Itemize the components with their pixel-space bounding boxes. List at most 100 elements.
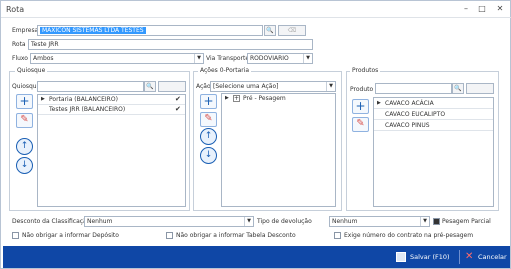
tipo-devolucao-label: Tipo de devolução bbox=[257, 218, 312, 225]
checked-icon[interactable]: ✔ bbox=[175, 105, 181, 114]
list-item[interactable]: ▶ CAVACO ACÁCIA bbox=[374, 98, 493, 109]
row-pointer-icon: ▶ bbox=[41, 96, 45, 102]
cancel-label: Cancelar bbox=[478, 253, 507, 261]
list-item[interactable]: CAVACO EUCALIPTO bbox=[374, 109, 493, 120]
desconto-label: Desconto da Classificação bbox=[12, 218, 91, 225]
maximize-icon[interactable]: □ bbox=[475, 3, 489, 15]
produto-clear-button[interactable] bbox=[466, 83, 494, 94]
row-pointer-icon: ▶ bbox=[377, 100, 381, 106]
minimize-icon[interactable]: – bbox=[459, 3, 473, 15]
quiosque-move-up-button[interactable]: ↑ bbox=[16, 138, 33, 155]
quiosque-search-input[interactable] bbox=[37, 81, 144, 92]
produto-add-button[interactable]: + bbox=[352, 99, 369, 114]
produtos-group-title: Produtos bbox=[350, 67, 381, 74]
acao-add-button[interactable]: + bbox=[200, 94, 217, 109]
clear-icon: ⌫ bbox=[287, 27, 297, 34]
produto-item-label: CAVACO EUCALIPTO bbox=[385, 111, 446, 118]
quiosque-add-button[interactable]: + bbox=[16, 94, 33, 109]
list-item[interactable]: Testes JRR (BALANCEIRO) ✔ bbox=[38, 105, 185, 115]
via-transporte-select[interactable]: RODOVIARIO ▼ bbox=[247, 53, 313, 64]
exige-contrato-checkbox[interactable] bbox=[334, 232, 341, 239]
produto-item-label: CAVACO PINUS bbox=[385, 122, 430, 129]
produto-item-label: CAVACO ACÁCIA bbox=[385, 100, 434, 107]
close-icon[interactable]: ✕ bbox=[493, 3, 507, 15]
eraser-icon: ✎ bbox=[20, 114, 29, 125]
pesagem-parcial-checkbox[interactable] bbox=[433, 218, 440, 225]
tipo-devolucao-select[interactable]: Nenhum ▼ bbox=[329, 216, 430, 227]
produto-remove-button[interactable]: ✎ bbox=[352, 117, 369, 132]
produto-search-label: Produto bbox=[350, 86, 374, 93]
chevron-down-icon: ▼ bbox=[420, 217, 429, 226]
quiosque-item-label: Portaria (BALANCEIRO) bbox=[49, 96, 118, 103]
footer-divider bbox=[459, 250, 460, 264]
arrow-down-icon: ↓ bbox=[20, 160, 29, 170]
empresa-search-button[interactable]: 🔍 bbox=[264, 25, 276, 36]
list-item[interactable]: ▶ Portaria (BALANCEIRO) ✔ bbox=[38, 95, 185, 105]
fluxo-value: Ambos bbox=[33, 55, 54, 62]
search-icon: 🔍 bbox=[454, 85, 462, 92]
quiosque-list: ▶ Portaria (BALANCEIRO) ✔ Testes JRR (BA… bbox=[37, 94, 186, 207]
rota-label: Rota bbox=[12, 41, 26, 48]
chevron-down-icon: ▼ bbox=[303, 54, 312, 63]
tipo-devolucao-value: Nenhum bbox=[332, 218, 358, 225]
plus-icon: + bbox=[203, 94, 214, 108]
tree-item[interactable]: ▶ + Pré - Pesagem bbox=[222, 94, 335, 104]
expand-icon[interactable]: + bbox=[233, 95, 240, 102]
acao-value: [Selecione uma Ação] bbox=[213, 83, 279, 90]
via-transporte-label: Via Transporte bbox=[206, 55, 250, 62]
empresa-field[interactable]: MAXICON SISTEMAS LTDA TESTES bbox=[37, 25, 263, 36]
fluxo-select[interactable]: Ambos ▼ bbox=[30, 53, 204, 64]
produtos-list: ▶ CAVACO ACÁCIA CAVACO EUCALIPTO CAVACO … bbox=[373, 97, 494, 207]
checked-icon[interactable]: ✔ bbox=[175, 95, 181, 104]
acao-select[interactable]: [Selecione uma Ação] ▼ bbox=[210, 81, 336, 92]
quiosque-clear-button[interactable] bbox=[158, 81, 186, 92]
exige-contrato-label: Exige número do contrato na pré-pesagem bbox=[344, 232, 474, 239]
nao-obrigar-tabela-checkbox[interactable] bbox=[166, 232, 173, 239]
save-label: Salvar (F10) bbox=[410, 253, 450, 261]
eraser-icon: ✎ bbox=[204, 113, 213, 124]
acao-move-down-button[interactable]: ↓ bbox=[200, 147, 217, 164]
acao-move-up-button[interactable]: ↑ bbox=[200, 128, 217, 145]
window-title: Rota bbox=[6, 5, 25, 14]
acao-remove-button[interactable]: ✎ bbox=[200, 112, 217, 127]
acoes-tree: ▶ + Pré - Pesagem bbox=[221, 93, 336, 207]
row-pointer-icon: ▶ bbox=[225, 95, 229, 101]
quiosque-search-button[interactable]: 🔍 bbox=[144, 81, 156, 92]
save-icon bbox=[396, 252, 406, 262]
quiosque-group-title: Quiosque bbox=[15, 67, 48, 74]
via-transporte-value: RODOVIARIO bbox=[250, 55, 289, 62]
quiosque-remove-button[interactable]: ✎ bbox=[16, 113, 33, 128]
list-item[interactable]: CAVACO PINUS bbox=[374, 120, 493, 131]
acao-label: Ação bbox=[196, 83, 211, 90]
acao-item-label: Pré - Pesagem bbox=[243, 95, 286, 102]
rota-input[interactable]: Teste JRR bbox=[28, 39, 313, 50]
empresa-value: MAXICON SISTEMAS LTDA TESTES bbox=[40, 27, 146, 34]
pesagem-parcial-label: Pesagem Parcial bbox=[442, 218, 491, 225]
empresa-clear-button[interactable]: ⌫ bbox=[278, 25, 306, 36]
produto-search-input[interactable] bbox=[375, 83, 452, 94]
fluxo-label: Fluxo bbox=[12, 55, 28, 62]
rota-window: Rota – □ ✕ Empresa MAXICON SISTEMAS LTDA… bbox=[0, 0, 511, 269]
chevron-down-icon: ▼ bbox=[326, 82, 335, 91]
quiosque-item-label: Testes JRR (BALANCEIRO) bbox=[49, 106, 126, 113]
save-button[interactable]: Salvar (F10) bbox=[393, 250, 455, 264]
cancel-icon: ✕ bbox=[465, 251, 474, 262]
plus-icon: + bbox=[355, 99, 366, 113]
eraser-icon: ✎ bbox=[356, 118, 365, 129]
empresa-label: Empresa bbox=[12, 27, 39, 34]
quiosque-move-down-button[interactable]: ↓ bbox=[16, 157, 33, 174]
arrow-up-icon: ↑ bbox=[204, 131, 213, 141]
search-icon: 🔍 bbox=[266, 27, 274, 34]
nao-obrigar-deposito-label: Não obrigar a informar Depósito bbox=[22, 232, 119, 239]
footer-bar: Salvar (F10) ✕ Cancelar bbox=[3, 246, 510, 268]
nao-obrigar-deposito-checkbox[interactable] bbox=[12, 232, 19, 239]
produto-search-button[interactable]: 🔍 bbox=[452, 83, 464, 94]
desconto-value: Nenhum bbox=[87, 218, 113, 225]
search-icon: 🔍 bbox=[146, 83, 154, 90]
nao-obrigar-tabela-label: Não obrigar a informar Tabela Desconto bbox=[176, 232, 296, 239]
title-bar: Rota – □ ✕ bbox=[1, 1, 511, 18]
plus-icon: + bbox=[19, 94, 30, 108]
arrow-down-icon: ↓ bbox=[204, 150, 213, 160]
cancel-button[interactable]: ✕ Cancelar bbox=[463, 250, 507, 264]
desconto-select[interactable]: Nenhum ▼ bbox=[84, 216, 254, 227]
